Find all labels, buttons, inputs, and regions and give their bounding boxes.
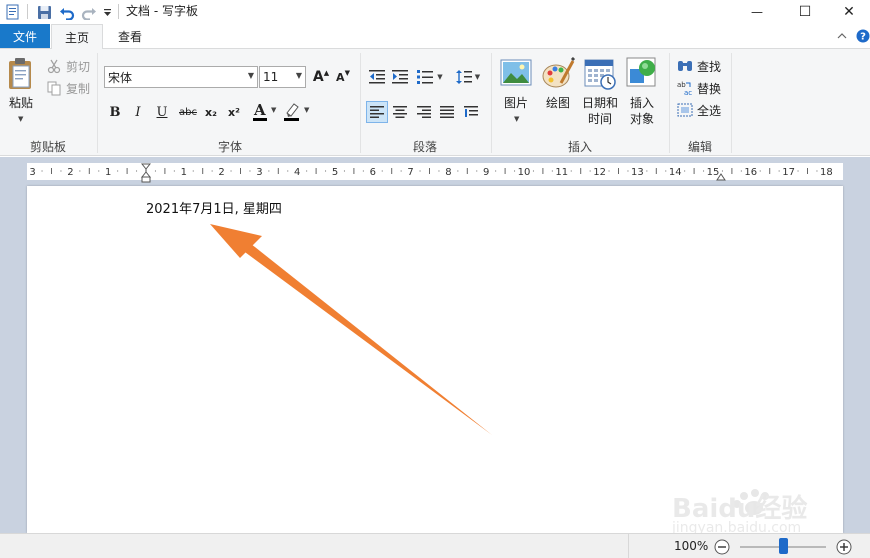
- zoom-in-button[interactable]: [836, 539, 852, 555]
- status-bar: 100%: [0, 533, 870, 558]
- zoom-slider-thumb[interactable]: [779, 538, 788, 554]
- zoom-level: 100%: [674, 539, 709, 553]
- zoom-in-icon: [836, 539, 852, 555]
- annotation-arrow: [210, 224, 492, 435]
- status-divider: [628, 534, 629, 558]
- tab-home[interactable]: 主页: [51, 24, 103, 49]
- wordpad-window: 文档 - 写字板 — ☐ ✕ 文件 主页 查看 ? 粘贴 ▼ 剪切 复制 剪贴板…: [0, 0, 870, 558]
- zoom-out-button[interactable]: [714, 539, 730, 555]
- zoom-out-icon: [714, 539, 730, 555]
